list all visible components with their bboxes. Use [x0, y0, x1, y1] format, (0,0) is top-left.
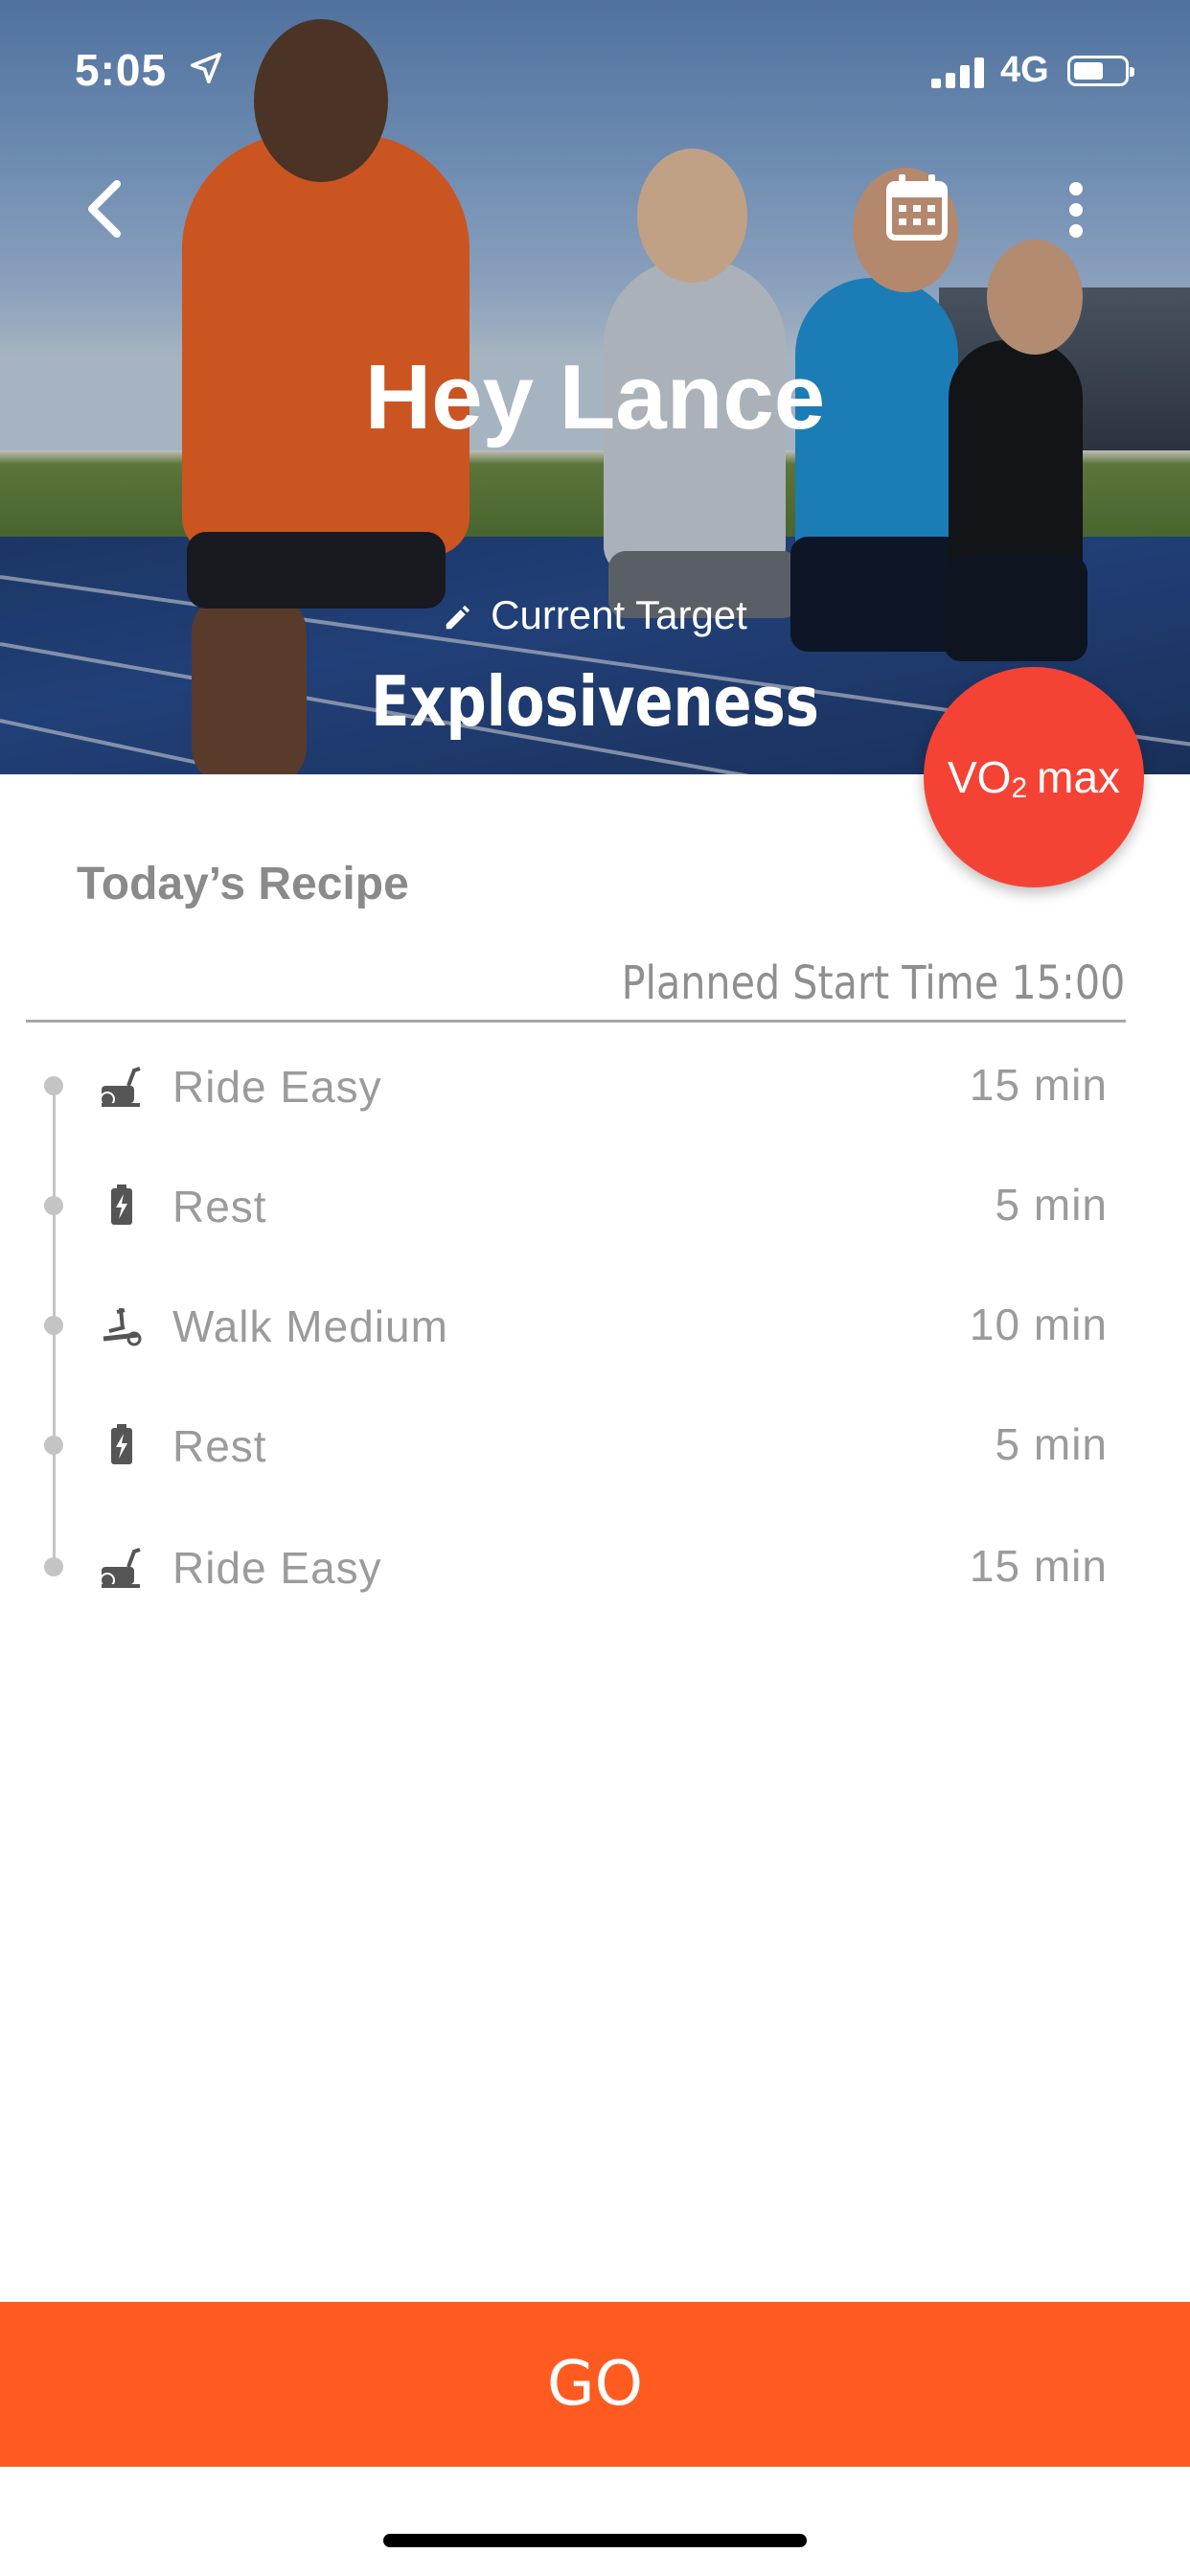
- step-duration: 5 min: [995, 1180, 1108, 1230]
- step-name: Rest: [172, 1182, 267, 1231]
- planned-start-time[interactable]: Planned Start Time 15:00: [621, 956, 1125, 1010]
- step-duration: 5 min: [995, 1419, 1108, 1469]
- pencil-icon: [446, 605, 470, 630]
- step-name: Ride Easy: [172, 1062, 382, 1112]
- badge-main-text: VO: [947, 752, 1012, 802]
- back-chevron-icon[interactable]: [82, 178, 125, 240]
- step-duration: 10 min: [969, 1300, 1108, 1349]
- timeline-dot: [44, 1436, 63, 1455]
- status-bar: 5:05 4G: [0, 0, 1190, 134]
- calendar-icon[interactable]: [885, 172, 949, 242]
- greeting-title: Hey Lance: [364, 346, 826, 448]
- badge-subscript: 2: [1011, 772, 1028, 804]
- list-item[interactable]: Rest 5 min: [0, 1160, 1190, 1246]
- step-duration: 15 min: [969, 1060, 1108, 1110]
- battery-icon: [111, 1184, 132, 1225]
- timeline-dot: [44, 1196, 63, 1215]
- badge-suffix: max: [1037, 752, 1121, 802]
- network-type: 4G: [1000, 50, 1049, 90]
- list-item[interactable]: Ride Easy 15 min: [0, 1040, 1190, 1126]
- list-item[interactable]: Ride Easy 15 min: [0, 1521, 1190, 1607]
- step-name: Ride Easy: [172, 1543, 382, 1593]
- step-name: Rest: [172, 1421, 267, 1471]
- timeline-dot: [44, 1316, 63, 1335]
- hero-banner: 5:05 4G Hey Lance Current Target Explosi…: [0, 0, 1190, 774]
- current-target-edit[interactable]: Current Target: [0, 592, 1190, 638]
- status-time: 5:05: [75, 45, 168, 95]
- vo2max-badge-button[interactable]: VO 2 max: [924, 667, 1144, 887]
- recipe-title: Today’s Recipe: [77, 859, 409, 909]
- home-indicator[interactable]: [383, 2534, 807, 2547]
- battery-icon: [1067, 56, 1134, 86]
- go-button[interactable]: GO: [0, 2302, 1190, 2467]
- location-arrow-icon: [190, 52, 222, 84]
- current-target-label: Current Target: [491, 592, 747, 637]
- step-duration: 15 min: [969, 1541, 1108, 1591]
- list-item[interactable]: Rest 5 min: [0, 1399, 1190, 1485]
- divider: [26, 1020, 1126, 1023]
- list-item[interactable]: Walk Medium 10 min: [0, 1279, 1190, 1366]
- elliptical-icon: [103, 1307, 142, 1346]
- bike-icon: [100, 1067, 141, 1107]
- signal-icon: [931, 56, 985, 88]
- timeline-dot: [44, 1076, 63, 1095]
- step-name: Walk Medium: [172, 1301, 448, 1351]
- more-options-icon[interactable]: [1062, 176, 1090, 243]
- timeline-dot: [44, 1557, 63, 1576]
- bike-icon: [100, 1548, 141, 1588]
- battery-icon: [111, 1424, 132, 1464]
